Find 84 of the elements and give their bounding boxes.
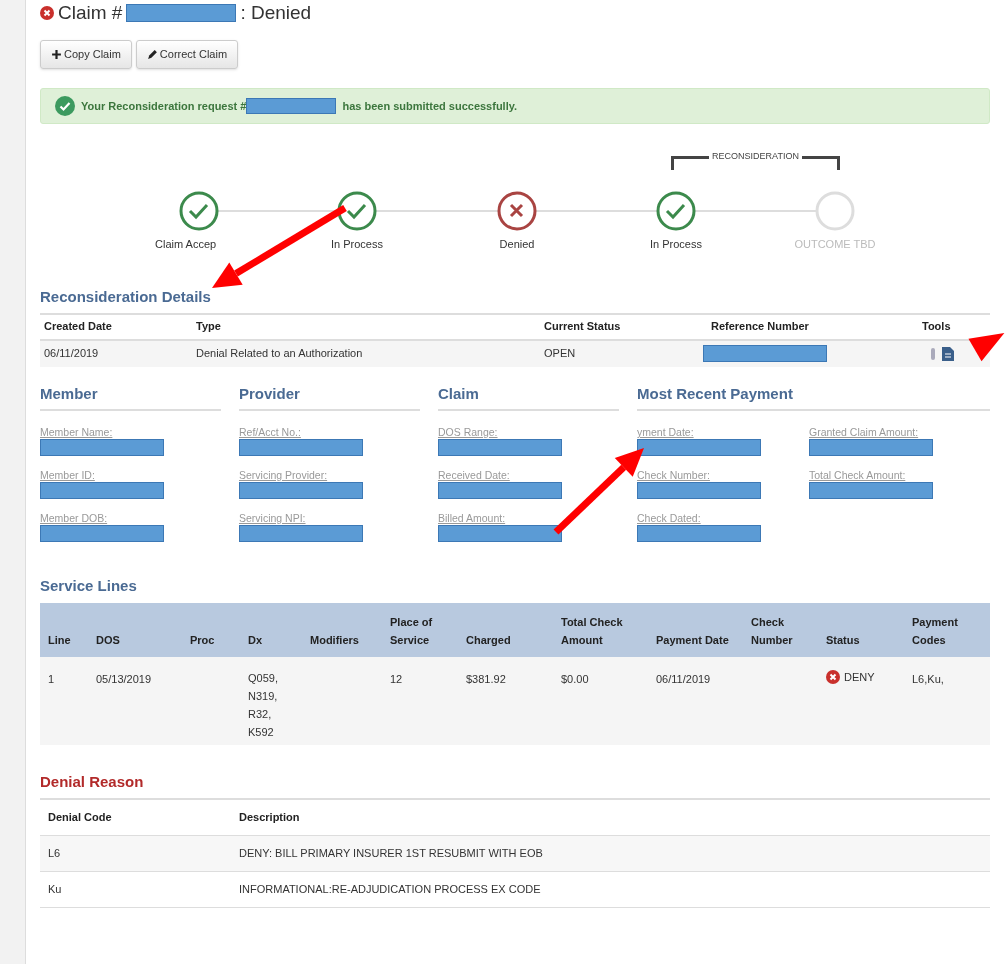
claim-title: Claim # <box>58 0 123 25</box>
table-cell-text: 12 <box>390 672 404 687</box>
table-cell-text: Denial Related to an Authorization <box>196 346 364 362</box>
table-cell-text: 05/13/2019 <box>96 672 153 687</box>
column-header: Created Date <box>44 319 113 335</box>
check-step-icon <box>656 191 696 231</box>
column-header: Payment Date <box>656 633 730 648</box>
pencil-icon <box>146 49 158 60</box>
error-icon <box>40 6 54 20</box>
table-cell-text: L6 <box>48 845 62 861</box>
step-label: Claim Accep <box>155 237 217 252</box>
table-cell-text: DENY <box>844 670 875 685</box>
column-header: Denial Code <box>48 809 113 825</box>
alert-text: Your Reconsideration request # <box>81 98 247 114</box>
field-label: Total Check Amount: <box>809 468 907 482</box>
field-label: Member DOB: <box>40 511 109 525</box>
field-label: Member Name: <box>40 425 114 439</box>
step-label: OUTCOME TBD <box>794 237 876 252</box>
table-cell-text: $381.92 <box>466 672 507 687</box>
column-header: Check Number <box>751 615 794 648</box>
step-label: In Process <box>331 237 383 252</box>
button[interactable]: Correct Claim <box>135 40 239 69</box>
column-header: Reference Number <box>711 319 810 335</box>
field-label: Granted Claim Amount: <box>809 425 920 439</box>
column-header: Proc <box>190 633 216 648</box>
column-header: Payment Codes <box>912 615 959 648</box>
field-label: Servicing Provider: <box>239 468 329 482</box>
column-header: Tools <box>922 319 952 335</box>
section-heading: Claim <box>438 382 619 411</box>
field-label: yment Date: <box>637 425 695 439</box>
section-heading: Member <box>40 382 221 411</box>
field-label: Received Date: <box>438 468 511 482</box>
check-icon <box>55 96 75 116</box>
x-step-icon <box>497 191 537 231</box>
table-cell-text: N319, <box>248 689 279 704</box>
table-cell-text: 1 <box>48 672 56 687</box>
table-cell-text: INFORMATIONAL:RE-ADJUDICATION PROCESS EX CODE <box>239 881 542 897</box>
check-step-icon <box>179 191 219 231</box>
field-label: DOS Range: <box>438 425 499 439</box>
document-icon <box>942 346 954 361</box>
section-heading: Reconsideration Details <box>40 286 990 315</box>
column-header: Line <box>48 633 72 648</box>
table-cell-text: Ku <box>48 881 63 897</box>
plus-icon <box>51 49 62 60</box>
section-heading: Denial Reason <box>40 771 990 800</box>
table-cell-text: $0.00 <box>561 672 590 687</box>
section-heading: Most Recent Payment <box>637 382 990 411</box>
column-header: DOS <box>96 633 121 648</box>
step-label: Denied <box>499 237 535 252</box>
field-label: Servicing NPI: <box>239 511 307 525</box>
field-label: Ref/Acct No.: <box>239 425 302 439</box>
field-label: Check Dated: <box>637 511 702 525</box>
field-label: Member ID: <box>40 468 96 482</box>
table-cell-text: Q059, <box>248 671 279 686</box>
table-cell-text: OPEN <box>544 346 577 362</box>
table-cell-text: K592 <box>248 725 275 740</box>
table-cell-text: 06/11/2019 <box>44 346 100 362</box>
bracket-label: RECONSIDERATION <box>709 151 802 162</box>
field-label: Check Number: <box>637 468 711 482</box>
step-label: In Process <box>650 237 702 252</box>
check-step-icon <box>337 191 377 231</box>
column-header: Current Status <box>544 319 622 335</box>
column-header: Description <box>239 809 301 825</box>
section-heading: Provider <box>239 382 420 411</box>
column-header: Charged <box>466 633 512 648</box>
paperclip-icon <box>930 347 936 360</box>
field-label: Billed Amount: <box>438 511 507 525</box>
column-header: Dx <box>248 633 264 648</box>
table-cell-text: L6,Ku, <box>912 672 945 687</box>
claim-status-title: : Denied <box>240 0 312 25</box>
column-header: Modifiers <box>310 633 360 648</box>
table-cell-text: DENY: BILL PRIMARY INSURER 1ST RESUBMIT WITH EOB <box>239 845 544 861</box>
table-cell-text: 06/11/2019 <box>656 672 712 687</box>
section-heading: Service Lines <box>40 575 138 596</box>
column-header: Total Check Amount <box>561 615 624 648</box>
column-header: Place of Service <box>390 615 434 648</box>
annotation-arrow <box>968 332 1005 362</box>
alert-text: has been submitted successfully. <box>342 98 518 114</box>
empty-step-icon <box>815 191 855 231</box>
column-header: Status <box>826 633 861 648</box>
column-header: Type <box>196 319 222 335</box>
table-cell-text: R32, <box>248 707 273 722</box>
button[interactable]: Copy Claim <box>40 40 132 69</box>
error-icon <box>826 670 840 685</box>
